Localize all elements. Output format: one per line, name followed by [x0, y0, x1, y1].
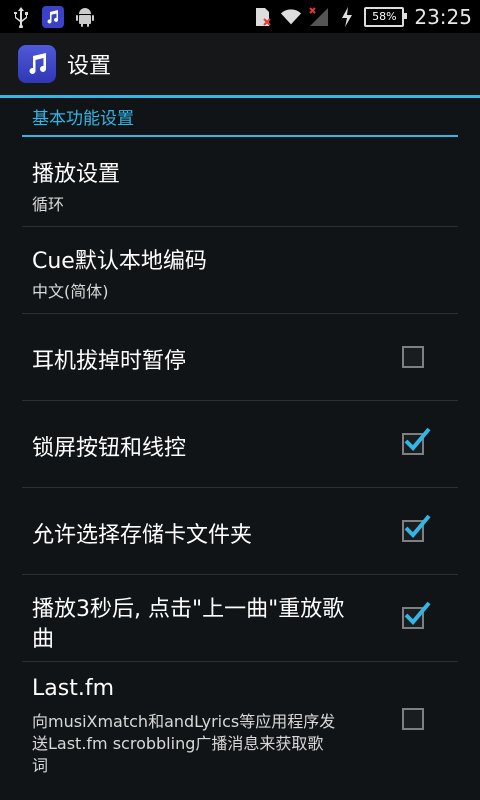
wifi-icon — [280, 6, 302, 28]
check-icon — [404, 514, 431, 538]
action-bar: 设置 — [0, 33, 480, 98]
check-icon — [404, 601, 431, 625]
clock: 23:25 — [414, 4, 472, 29]
setting-summary-line-1: 向musiXmatch和andLyrics等应用程序发 — [32, 712, 336, 731]
status-bar: 58% 23:25 — [0, 0, 480, 33]
setting-cue-encoding[interactable]: Cue默认本地编码 中文(简体) — [22, 227, 458, 314]
setting-title-line-2: 曲 — [32, 627, 55, 652]
setting-title: Cue默认本地编码 — [32, 249, 207, 274]
setting-playback[interactable]: 播放设置 循环 — [22, 140, 458, 227]
battery-icon: 58% — [364, 6, 408, 27]
setting-summary: 循环 — [32, 195, 65, 214]
checkbox-unchecked[interactable] — [402, 346, 424, 368]
setting-summary: 中文(简体) — [32, 282, 109, 301]
check-icon — [404, 427, 431, 451]
setting-summary-line-3: 词 — [32, 756, 49, 775]
setting-headset-pause[interactable]: 耳机拔掉时暂停 — [22, 314, 458, 401]
setting-title: 允许选择存储卡文件夹 — [32, 523, 253, 548]
usb-icon — [10, 6, 32, 28]
setting-title: 锁屏按钮和线控 — [32, 436, 187, 461]
setting-prev-replay[interactable]: 播放3秒后, 点击"上一曲"重放歌 曲 — [22, 575, 458, 662]
setting-lockscreen-controls[interactable]: 锁屏按钮和线控 — [22, 401, 458, 488]
setting-summary-line-2: 送Last.fm scrobbling广播消息来获取歌 — [32, 734, 324, 753]
setting-title: Last.fm — [32, 676, 114, 701]
page-title: 设置 — [67, 54, 112, 79]
checkbox-checked[interactable] — [402, 514, 431, 542]
setting-title: 播放设置 — [32, 162, 121, 187]
checkbox-unchecked[interactable] — [402, 708, 424, 730]
checkbox-checked[interactable] — [402, 427, 431, 455]
music-note-icon[interactable] — [18, 45, 56, 83]
settings-list: 播放设置 循环 Cue默认本地编码 中文(简体) 耳机拔掉时暂停 锁屏按钮和线控… — [0, 140, 480, 780]
setting-lastfm[interactable]: Last.fm 向musiXmatch和andLyrics等应用程序发 送Las… — [22, 662, 458, 780]
battery-level: 58% — [372, 10, 397, 23]
signal-icon — [308, 6, 330, 28]
checkbox-checked[interactable] — [402, 601, 431, 629]
setting-title-line-1: 播放3秒后, 点击"上一曲"重放歌 — [32, 597, 345, 622]
android-icon — [74, 6, 96, 28]
sim-error-icon — [252, 6, 274, 28]
setting-title: 耳机拔掉时暂停 — [32, 349, 187, 374]
charging-icon — [336, 6, 358, 28]
section-header: 基本功能设置 — [22, 100, 458, 137]
setting-sdcard-folder[interactable]: 允许选择存储卡文件夹 — [22, 488, 458, 575]
app-music-icon — [42, 5, 64, 28]
